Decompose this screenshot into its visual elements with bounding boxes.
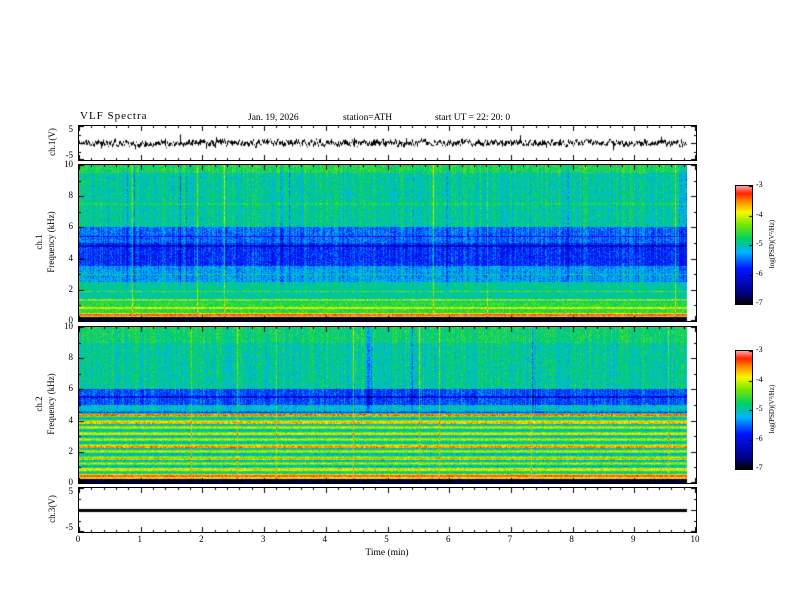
ch2-frequency-axis-label: Frequency (kHz)	[46, 373, 56, 435]
freq-tick-label: 8	[68, 190, 74, 201]
ch1-colorbar	[735, 185, 753, 305]
colorbar-tick-label: -5	[756, 404, 763, 413]
ch3-volt-tick-label: -5	[65, 522, 74, 532]
ch2-colorbar	[735, 350, 753, 470]
colorbar2-psd-label: log(PSD)(V²/Hz)	[768, 384, 776, 434]
freq-tick-label: 4	[68, 252, 74, 263]
vlf-spectra-figure: VLF Spectra Jan. 19, 2026 station=ATH st…	[0, 0, 792, 612]
time-axis-label: Time (min)	[365, 548, 409, 558]
colorbar-tick-label: -3	[756, 180, 763, 189]
ch2-spectrogram-panel	[78, 326, 697, 484]
ch3-voltage-axis-label: ch.3(V)	[47, 495, 57, 523]
freq-tick-label: 6	[68, 383, 74, 394]
freq-tick-label: 8	[68, 352, 74, 363]
colorbar-tick-label: -6	[756, 433, 763, 443]
ch1-spectrogram-panel	[78, 164, 697, 322]
x-tick-label: 1	[137, 534, 142, 544]
figure-date: Jan. 19, 2026	[248, 113, 299, 123]
colorbar1-psd-label: log(PSD)(V²/Hz)	[768, 219, 776, 269]
x-tick-label: 0	[75, 534, 81, 544]
freq-tick-label: 10	[64, 321, 73, 331]
ch1-waveform-panel	[78, 125, 697, 161]
colorbar-tick-label: -4	[756, 374, 763, 384]
colorbar-tick-label: -5	[756, 239, 763, 248]
freq-tick-label: 4	[68, 414, 74, 425]
x-tick-label: 7	[507, 534, 513, 544]
x-tick-label: 2	[199, 534, 204, 544]
x-tick-label: 4	[322, 534, 328, 544]
ch1-spec-axis-label: ch.1	[34, 234, 44, 250]
ch2-spec-axis-label: ch.2	[34, 396, 44, 412]
x-tick-label: 8	[569, 534, 574, 544]
x-tick-label: 6	[445, 534, 451, 544]
freq-tick-label: 2	[68, 445, 74, 456]
ch1-frequency-axis-label: Frequency (kHz)	[46, 211, 56, 273]
ch1-volt-tick-label: -5	[65, 150, 74, 160]
colorbar-tick-label: -3	[756, 345, 763, 354]
colorbar-tick-label: -6	[756, 268, 763, 278]
freq-tick-label: 10	[64, 159, 73, 169]
colorbar-tick-label: -7	[756, 298, 763, 307]
x-tick-label: 10	[690, 534, 700, 544]
freq-tick-label: 2	[68, 283, 74, 294]
x-tick-label: 9	[631, 534, 636, 544]
x-tick-label: 3	[260, 534, 266, 544]
figure-title: VLF Spectra	[80, 110, 148, 122]
colorbar-tick-label: -4	[756, 209, 763, 219]
freq-tick-label: 6	[68, 221, 74, 232]
ch1-volt-tick-label: 5	[68, 124, 74, 134]
ch1-voltage-axis-label: ch.1(V)	[47, 128, 57, 156]
station-label: station=ATH	[343, 113, 393, 123]
colorbar-tick-label: -7	[756, 463, 763, 472]
start-ut-label: start UT = 22: 20: 0	[435, 113, 511, 123]
x-tick-label: 5	[384, 534, 389, 544]
ch3-waveform-panel	[78, 487, 697, 533]
ch3-volt-tick-label: 5	[68, 486, 74, 496]
